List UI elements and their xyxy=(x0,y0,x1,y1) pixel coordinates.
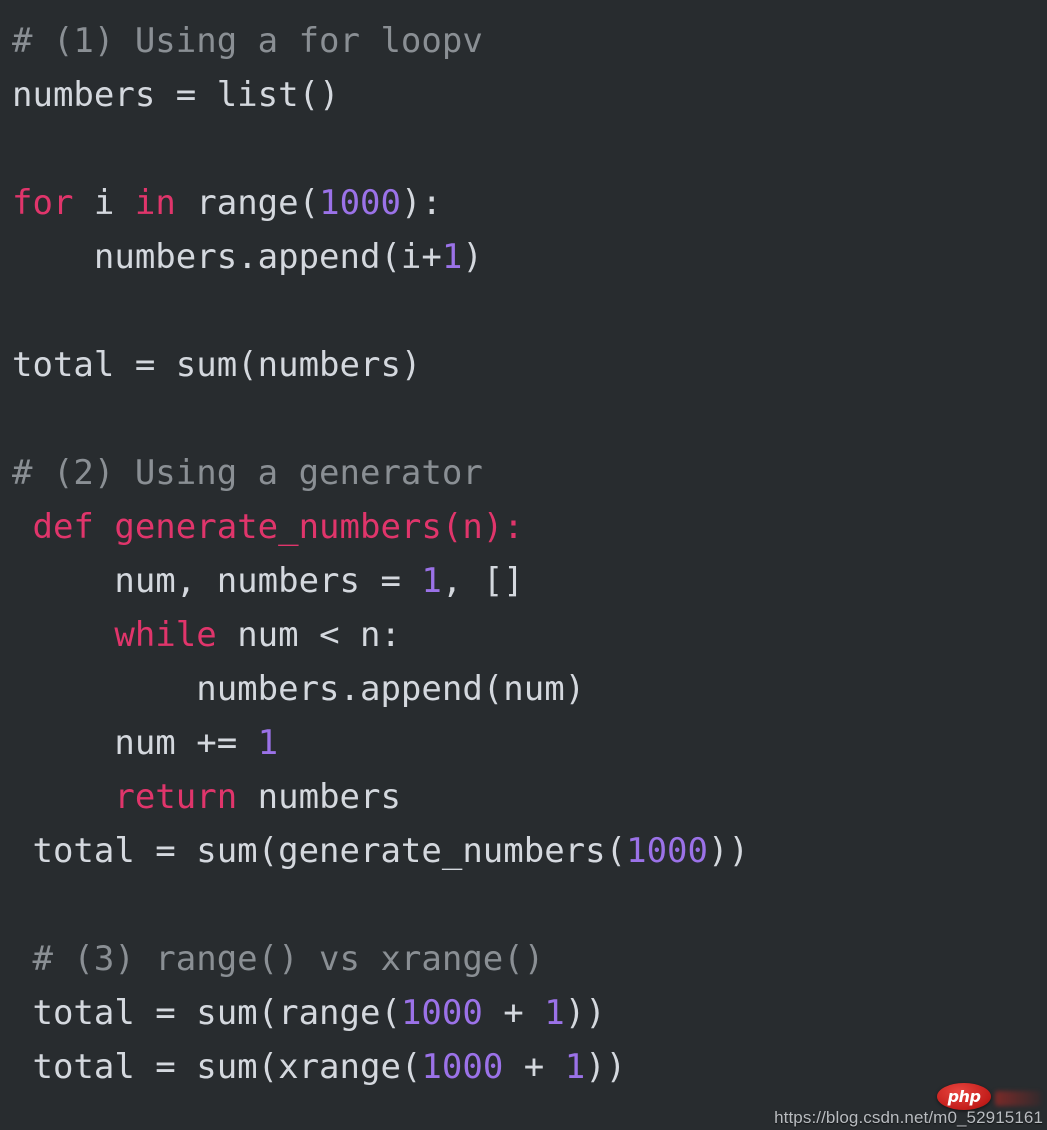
code-token-plain: )) xyxy=(564,993,606,1033)
code-token-plain: numbers = list() xyxy=(12,75,340,115)
code-token-plain: total = sum(numbers) xyxy=(12,345,422,385)
php-logo-icon: php xyxy=(937,1083,991,1110)
code-token-comment: # (1) Using a for loopv xyxy=(12,21,483,61)
code-line: total = sum(generate_numbers(1000)) xyxy=(0,824,1047,878)
code-line: return numbers xyxy=(0,770,1047,824)
code-line: num += 1 xyxy=(0,716,1047,770)
code-token-comment: # (3) range() vs xrange() xyxy=(12,939,545,979)
code-token-plain: num += xyxy=(12,723,258,763)
code-token-plain: total = sum(range( xyxy=(12,993,401,1033)
code-token-plain: numbers.append(i+ xyxy=(12,237,442,277)
code-token-num: 1 xyxy=(441,237,463,277)
code-token-kw: in xyxy=(134,183,176,223)
code-token-plain: )) xyxy=(707,831,749,871)
code-line: # (1) Using a for loopv xyxy=(0,14,1047,68)
code-token-num: 1000 xyxy=(400,993,483,1033)
code-token-plain: numbers xyxy=(237,777,401,817)
code-token-kw: while xyxy=(114,615,217,655)
code-token-plain: total = sum(generate_numbers( xyxy=(12,831,627,871)
code-line: total = sum(xrange(1000 + 1)) xyxy=(0,1040,1047,1094)
code-token-plain: num, numbers = xyxy=(12,561,422,601)
code-token-plain: + xyxy=(482,993,545,1033)
php-logo-label: php xyxy=(947,1086,981,1106)
code-token-plain: numbers.append(num) xyxy=(12,669,586,709)
code-token-num: 1 xyxy=(257,723,279,763)
code-token-plain: total = sum(xrange( xyxy=(12,1047,422,1087)
code-line: num, numbers = 1, [] xyxy=(0,554,1047,608)
code-line: total = sum(range(1000 + 1)) xyxy=(0,986,1047,1040)
code-token-plain: )) xyxy=(585,1047,627,1087)
code-token-plain: i xyxy=(73,183,135,223)
code-token-num: 1000 xyxy=(319,183,401,223)
code-line: numbers.append(i+1) xyxy=(0,230,1047,284)
code-token-num: 1 xyxy=(544,993,565,1033)
code-token-plain: num < n: xyxy=(216,615,401,655)
code-line: numbers.append(num) xyxy=(0,662,1047,716)
code-token-num: 1 xyxy=(421,561,442,601)
code-screenshot: # (1) Using a for loopv numbers = list() … xyxy=(0,0,1047,1130)
watermark-smudge xyxy=(995,1091,1041,1106)
code-line: # (3) range() vs xrange() xyxy=(0,932,1047,986)
code-token-plain: range( xyxy=(175,183,320,223)
code-token-plain: , [] xyxy=(441,561,524,601)
code-token-num: 1000 xyxy=(421,1047,504,1087)
code-line: while num < n: xyxy=(0,608,1047,662)
code-token-kw: def generate_numbers(n): xyxy=(12,507,524,547)
code-token-kw: for xyxy=(12,183,74,223)
code-line: total = sum(numbers) xyxy=(0,338,1047,392)
code-token-num: 1000 xyxy=(626,831,708,871)
code-block[interactable]: # (1) Using a for loopv numbers = list() … xyxy=(0,0,1047,1094)
code-token-plain: + xyxy=(503,1047,565,1087)
code-line: for i in range(1000): xyxy=(0,176,1047,230)
code-line: def generate_numbers(n): xyxy=(0,500,1047,554)
code-line: # (2) Using a generator xyxy=(0,446,1047,500)
code-token-num: 1 xyxy=(564,1047,586,1087)
code-token-plain: ): xyxy=(400,183,442,223)
watermark-url: https://blog.csdn.net/m0_52915161 xyxy=(774,1108,1043,1127)
code-line: numbers = list() xyxy=(0,68,1047,122)
code-token-kw: return xyxy=(114,777,238,817)
code-token-comment: # (2) Using a generator xyxy=(12,453,483,493)
code-token-plain: ) xyxy=(462,237,483,277)
